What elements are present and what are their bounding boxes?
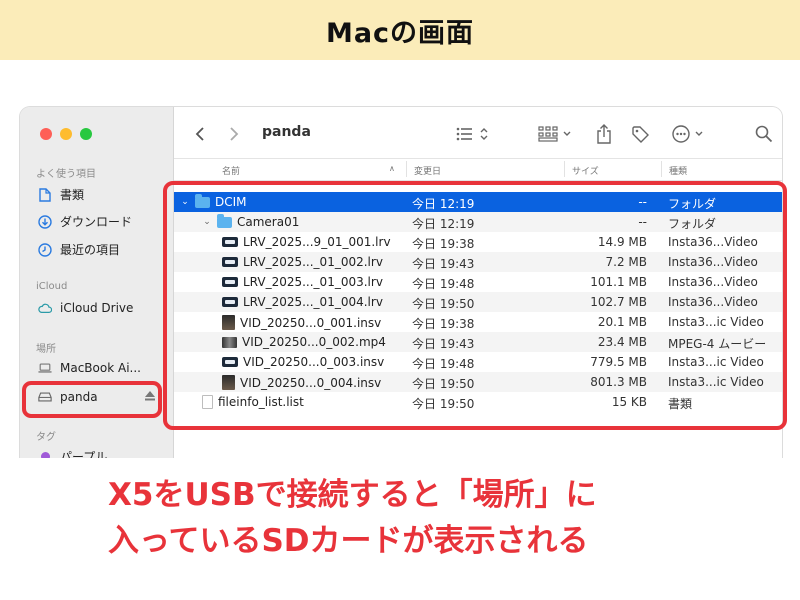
column-kind[interactable]: 種類 <box>669 164 687 177</box>
tag-icon <box>632 126 649 143</box>
column-date[interactable]: 変更日 <box>414 164 441 177</box>
share-button[interactable] <box>594 124 614 144</box>
group-button[interactable] <box>538 124 574 144</box>
toolbar: panda <box>174 107 782 159</box>
search-button[interactable] <box>754 124 774 144</box>
window-controls <box>40 128 92 140</box>
purple-tag-icon <box>38 450 52 458</box>
caption: X5をUSBで接続すると「場所」に 入っているSDカードが表示される <box>108 472 597 564</box>
column-divider <box>564 161 565 177</box>
cloud-icon <box>38 301 52 315</box>
download-icon <box>38 214 52 229</box>
grid-icon <box>538 126 571 142</box>
chevron-right-icon <box>230 127 239 141</box>
document-icon <box>38 187 52 202</box>
tag-button[interactable] <box>630 124 652 144</box>
clock-icon <box>38 242 52 257</box>
highlight-box-panda <box>22 381 162 418</box>
close-button[interactable] <box>40 128 52 140</box>
minimize-button[interactable] <box>60 128 72 140</box>
sidebar-item-label: ダウンロード <box>60 215 133 229</box>
icloud-header: iCloud <box>36 281 68 292</box>
back-button[interactable] <box>192 124 208 144</box>
sidebar-item-label: 書類 <box>60 188 85 202</box>
column-name[interactable]: 名前 <box>222 164 240 177</box>
list-view-icon <box>456 127 488 141</box>
search-icon <box>755 125 773 143</box>
favorites-header: よく使う項目 <box>36 169 96 180</box>
view-mode-button[interactable] <box>456 124 492 144</box>
column-divider <box>406 161 407 177</box>
title-banner: Macの画面 <box>0 0 800 60</box>
column-header: 名前 ∧ 変更日 サイズ 種類 <box>174 159 782 181</box>
tags-header: タグ <box>36 432 56 443</box>
sidebar-item-recents[interactable]: 最近の項目 <box>38 241 120 258</box>
forward-button[interactable] <box>226 124 242 144</box>
sort-chevron-icon: ∧ <box>389 164 395 173</box>
banner-title: Macの画面 <box>325 17 475 49</box>
sidebar-item-label: 最近の項目 <box>60 243 121 257</box>
sidebar-item-icloud-drive[interactable]: iCloud Drive <box>38 301 133 315</box>
share-icon <box>597 124 611 144</box>
window-title: panda <box>262 124 311 140</box>
sidebar-item-documents[interactable]: 書類 <box>38 186 84 203</box>
sidebar-item-macbook[interactable]: MacBook Ai... <box>38 361 141 375</box>
sidebar-item-label: iCloud Drive <box>60 301 134 315</box>
chevron-left-icon <box>195 127 204 141</box>
laptop-icon <box>38 361 52 375</box>
caption-line-2: 入っているSDカードが表示される <box>108 523 589 559</box>
sidebar-item-label: MacBook Ai... <box>60 361 141 375</box>
sidebar-item-tag-purple[interactable]: パープル <box>38 448 107 458</box>
zoom-button[interactable] <box>80 128 92 140</box>
locations-header: 場所 <box>36 344 56 355</box>
highlight-box-files <box>163 181 787 430</box>
caption-line-1: X5をUSBで接続すると「場所」に <box>108 477 597 513</box>
column-divider <box>661 161 662 177</box>
sidebar-item-downloads[interactable]: ダウンロード <box>38 213 132 230</box>
ellipsis-circle-icon <box>672 125 703 143</box>
more-actions-button[interactable] <box>672 124 712 144</box>
column-size[interactable]: サイズ <box>572 164 599 177</box>
sidebar-item-label: パープル <box>60 450 108 458</box>
